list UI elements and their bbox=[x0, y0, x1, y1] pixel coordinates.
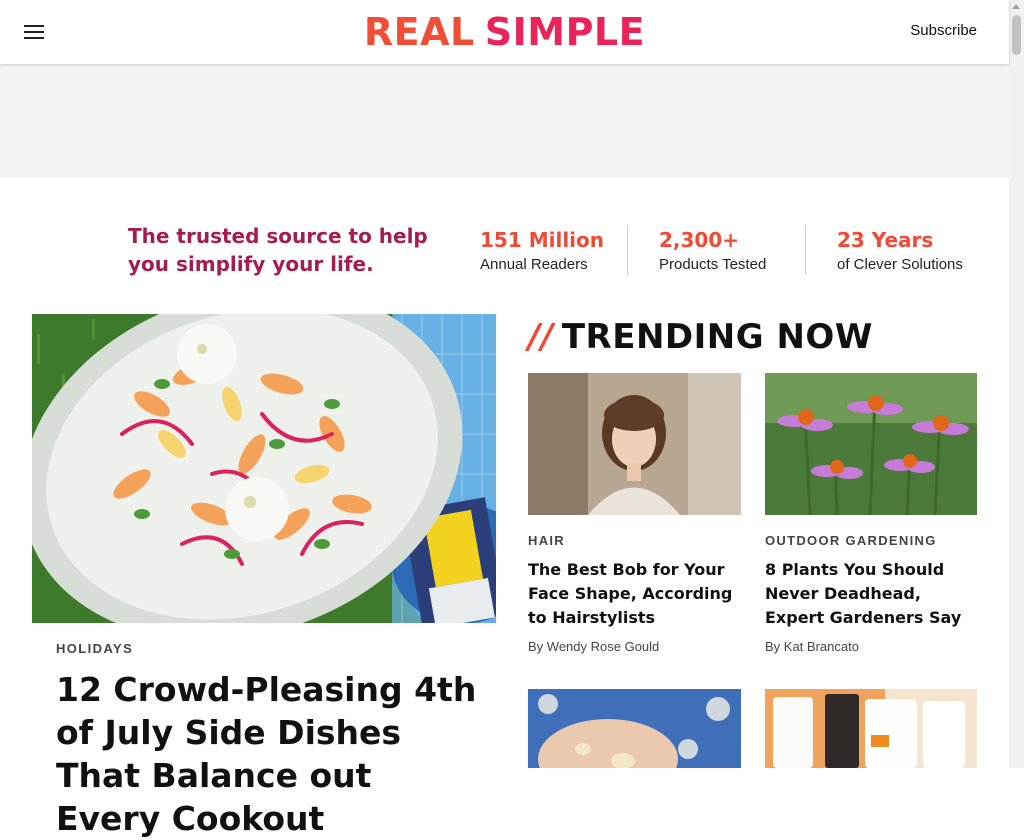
stat-clever-solutions: 23 Years of Clever Solutions bbox=[837, 226, 963, 275]
stat-label: of Clever Solutions bbox=[837, 256, 963, 273]
card-headline[interactable]: The Best Bob for Your Face Shape, Accord… bbox=[528, 558, 743, 630]
trending-heading: //TRENDING NOW bbox=[528, 316, 873, 358]
stat-annual-readers: 151 Million Annual Readers bbox=[480, 226, 604, 275]
card-category[interactable]: OUTDOOR GARDENING bbox=[765, 533, 937, 548]
hamburger-menu-icon[interactable] bbox=[24, 25, 44, 39]
card-image-nails[interactable] bbox=[528, 689, 741, 768]
stat-products-tested: 2,300+ Products Tested bbox=[659, 226, 766, 275]
feature-image[interactable] bbox=[32, 314, 496, 623]
card-category[interactable]: HAIR bbox=[528, 533, 565, 548]
subscribe-link[interactable]: Subscribe bbox=[910, 22, 977, 39]
card-image-hair[interactable] bbox=[528, 373, 741, 515]
stat-label: Annual Readers bbox=[480, 256, 588, 273]
stat-label: Products Tested bbox=[659, 256, 767, 273]
scroll-up-arrow-icon[interactable] bbox=[1012, 4, 1020, 9]
stat-value: 2,300+ bbox=[659, 228, 740, 252]
brand-tagline: The trusted source to help you simplify … bbox=[128, 224, 428, 276]
page-scrollbar[interactable] bbox=[1009, 0, 1024, 768]
card-headline[interactable]: 8 Plants You Should Never Deadhead, Expe… bbox=[765, 558, 980, 630]
stat-value: 151 Million bbox=[480, 228, 605, 252]
stat-divider bbox=[805, 225, 806, 275]
card-image-gardening[interactable] bbox=[765, 373, 977, 515]
logo-word-simple[interactable]: SIMPLE bbox=[485, 10, 645, 54]
ad-placeholder bbox=[0, 64, 1009, 178]
stat-value: 23 Years bbox=[837, 228, 934, 252]
card-image-sunscreen[interactable] bbox=[765, 689, 977, 768]
logo-word-real[interactable]: REAL bbox=[364, 10, 475, 54]
feature-headline[interactable]: 12 Crowd-Pleasing 4th of July Side Dishe… bbox=[56, 668, 486, 840]
slash-accent: // bbox=[528, 317, 554, 357]
scrollbar-thumb[interactable] bbox=[1012, 15, 1021, 55]
menu-button[interactable] bbox=[24, 18, 64, 46]
card-byline: By Kat Brancato bbox=[765, 639, 859, 654]
site-logo: REAL SIMPLE bbox=[0, 8, 1009, 56]
site-header: REAL SIMPLE Subscribe bbox=[0, 0, 1009, 64]
stat-divider bbox=[627, 225, 628, 275]
card-byline: By Wendy Rose Gould bbox=[528, 639, 660, 654]
feature-category[interactable]: HOLIDAYS bbox=[56, 641, 133, 656]
trending-heading-text: TRENDING NOW bbox=[561, 317, 873, 357]
